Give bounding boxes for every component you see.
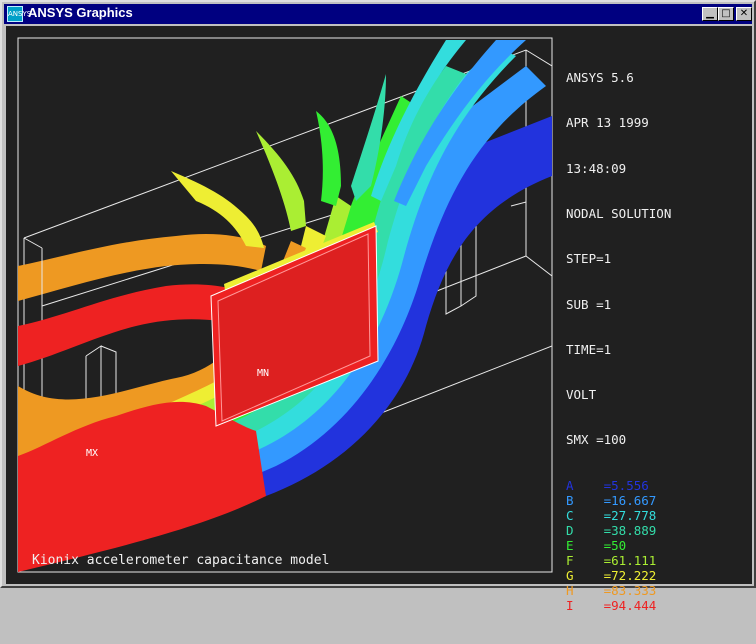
legend-header-line: TIME=1 xyxy=(566,341,612,357)
contour-level-value: =83.333 xyxy=(573,583,657,599)
contour-level-value: =50 xyxy=(573,538,627,554)
contour-level-row: G =72.222 xyxy=(566,568,671,583)
legend-header-line: APR 13 1999 xyxy=(566,115,649,131)
contour-level-letter: A xyxy=(566,477,574,493)
plot-caption: Kionix accelerometer capacitance model xyxy=(32,553,330,568)
max-marker-label: MX xyxy=(86,448,99,459)
contour-level-letter: F xyxy=(566,553,574,569)
ansys-graphics-window: ANSYS ANSYS Graphics ▁ □ ✕ MN MX ANSYS 5… xyxy=(0,0,756,613)
contour-level-letter: B xyxy=(566,492,574,508)
contour-level-row: I =94.444 xyxy=(566,598,671,613)
contour-level-row: D =38.889 xyxy=(566,523,671,538)
contour-levels-list: A =5.556 B =16.667 C =27.778 D =38.889 E =50… xyxy=(566,478,671,614)
contour-level-row: A =5.556 xyxy=(566,478,671,493)
title-bar[interactable]: ANSYS ANSYS Graphics ▁ □ ✕ xyxy=(4,4,752,24)
minimize-button[interactable]: ▁ xyxy=(702,7,718,21)
minimize-icon: ▁ xyxy=(706,8,714,19)
contour-level-value: =38.889 xyxy=(573,523,657,538)
contour-level-row: F =61.111 xyxy=(566,553,671,568)
contour-level-row: E =50 xyxy=(566,538,671,553)
contour-level-letter: I xyxy=(566,598,574,614)
min-marker-label: MN xyxy=(257,368,270,379)
ansys-app-icon[interactable]: ANSYS xyxy=(7,6,31,22)
close-icon: ✕ xyxy=(739,8,749,19)
graphics-area[interactable]: MN MX ANSYS 5.6 APR 13 1999 13:48:09 NOD… xyxy=(6,26,752,613)
contour-level-row: C =27.778 xyxy=(566,508,671,523)
window-title: ANSYS Graphics xyxy=(28,5,133,20)
legend-header-line: STEP=1 xyxy=(566,251,612,267)
maximize-button[interactable]: □ xyxy=(718,7,734,21)
contour-level-letter: H xyxy=(566,583,574,599)
legend-header-line: SMX =100 xyxy=(566,432,627,448)
contour-level-row: B =16.667 xyxy=(566,493,671,508)
contour-level-value: =94.444 xyxy=(573,598,657,614)
contour-level-letter: G xyxy=(566,568,574,584)
legend-header-line: SUB =1 xyxy=(566,296,612,312)
contour-level-value: =72.222 xyxy=(573,568,657,584)
contour-level-letter: D xyxy=(566,523,574,538)
legend-header-line: ANSYS 5.6 xyxy=(566,70,634,86)
close-button[interactable]: ✕ xyxy=(736,7,752,21)
contour-level-value: =5.556 xyxy=(573,477,649,493)
legend-header-line: NODAL SOLUTION xyxy=(566,206,672,222)
contour-level-value: =16.667 xyxy=(573,492,657,508)
contour-level-letter: E xyxy=(566,538,574,554)
legend-panel: ANSYS 5.6 APR 13 1999 13:48:09 NODAL SOL… xyxy=(566,40,671,644)
maximize-icon: □ xyxy=(721,8,731,19)
contour-level-row: H =83.333 xyxy=(566,583,671,598)
contour-level-value: =27.778 xyxy=(573,507,657,523)
contour-level-value: =61.111 xyxy=(573,553,657,569)
contour-level-letter: C xyxy=(566,507,574,523)
legend-header-line: VOLT xyxy=(566,387,597,403)
legend-header-line: 13:48:09 xyxy=(566,160,627,176)
